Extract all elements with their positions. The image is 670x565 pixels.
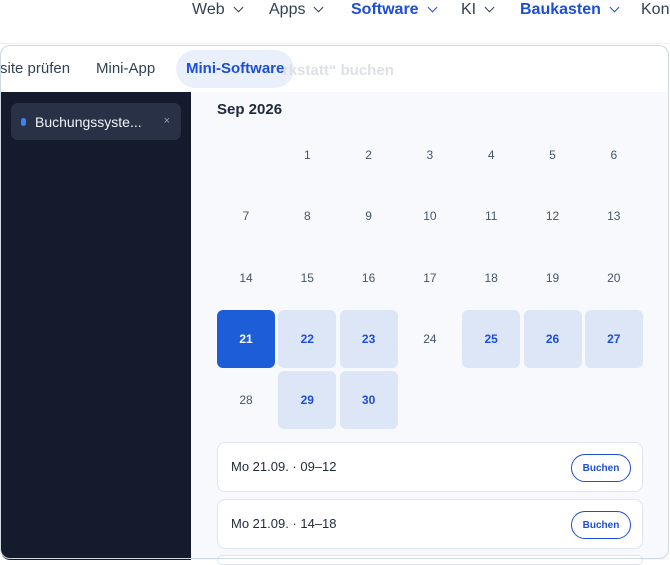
sidebar-item-buchungssystem[interactable]: Buchungssyste... × — [11, 103, 181, 140]
time-slot-card: Mo 21.09. · 14–18 Buchen — [217, 499, 643, 549]
calendar-day[interactable]: 23 — [339, 309, 398, 368]
calendar-day: 3 — [426, 148, 434, 162]
calendar-day: 5 — [549, 148, 556, 162]
calendar-day: 12 — [545, 209, 560, 224]
calendar-day: 14 — [239, 270, 253, 285]
chevron-down-icon — [484, 2, 495, 13]
close-icon[interactable]: × — [164, 114, 170, 128]
time-slot-label: Mo 21.09. · 14–18 — [231, 516, 337, 531]
nav-item-label: Baukasten — [520, 1, 601, 18]
sidebar-item-label: Buchungssyste... — [35, 113, 142, 130]
nav-item-label: Apps — [269, 1, 306, 18]
sidebar — [1, 92, 191, 560]
nav-item-baukasten[interactable]: Baukasten — [520, 0, 620, 20]
nav-item-label: Software — [351, 1, 419, 18]
faded-title: rkstatt“ buchen — [283, 62, 394, 79]
time-slot-card: Mo 21.09. · 09–12 Buchen — [217, 442, 643, 492]
chevron-down-icon — [233, 2, 244, 13]
nav-item-software[interactable]: Software — [351, 0, 438, 20]
nav-item-apps[interactable]: Apps — [269, 0, 324, 20]
nav-item-label: Kont — [641, 1, 670, 18]
calendar-day[interactable]: 30 — [339, 371, 398, 430]
calendar-day: 16 — [361, 270, 376, 285]
calendar-day: 28 — [239, 393, 253, 408]
time-slot-label: Mo 21.09. · 09–12 — [231, 459, 337, 474]
book-button[interactable]: Buchen — [571, 454, 631, 482]
calendar-day: 13 — [607, 209, 621, 224]
tab-mini-software[interactable]: Mini-Software — [176, 50, 295, 88]
calendar-day: 20 — [607, 270, 621, 285]
calendar-day[interactable]: 26 — [523, 309, 582, 368]
book-button[interactable]: Buchen — [571, 511, 631, 539]
chevron-down-icon — [609, 2, 620, 13]
calendar-month-title: Sep 2026 — [217, 101, 283, 118]
calendar-day[interactable]: 27 — [584, 309, 643, 368]
top-navigation: Web Apps Software KI Baukasten Kont — [0, 0, 670, 44]
calendar-day: 24 — [423, 331, 437, 346]
calendar-day[interactable]: 29 — [278, 371, 337, 430]
calendar-day: 1 — [303, 148, 311, 162]
chevron-down-icon — [314, 2, 324, 13]
tab-website-pruefen[interactable]: site prüfen — [0, 50, 80, 88]
calendar-day: 10 — [423, 209, 437, 224]
calendar-day: 17 — [423, 270, 437, 285]
status-dot-icon — [21, 117, 26, 126]
calendar-day[interactable]: 25 — [462, 309, 521, 368]
calendar-day: 11 — [484, 209, 498, 224]
time-slot-card — [217, 555, 643, 565]
nav-item-ki[interactable]: KI — [461, 0, 495, 20]
nav-item-web[interactable]: Web — [192, 0, 244, 20]
calendar-day: 18 — [484, 270, 498, 285]
calendar-day: 4 — [487, 148, 495, 162]
calendar-day: 7 — [242, 209, 250, 224]
calendar-day[interactable]: 21 — [217, 309, 275, 368]
tab-mini-app[interactable]: Mini-App — [86, 50, 165, 88]
calendar-day: 6 — [610, 148, 618, 162]
calendar-day: 8 — [303, 209, 311, 224]
nav-item-label: Web — [192, 1, 225, 18]
calendar-day: 2 — [365, 148, 372, 162]
calendar-day: 19 — [545, 270, 560, 285]
calendar-day: 15 — [300, 270, 314, 285]
nav-item-label: KI — [461, 1, 477, 18]
calendar-day: 9 — [365, 209, 372, 224]
chevron-down-icon — [427, 2, 438, 13]
calendar-day[interactable]: 22 — [278, 309, 337, 368]
nav-item-kontakt[interactable]: Kont — [641, 0, 670, 20]
